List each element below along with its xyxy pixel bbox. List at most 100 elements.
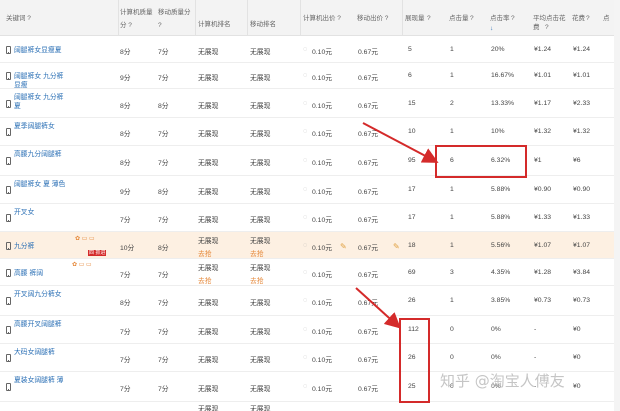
avg-cpc-value: ¥0.73 <box>534 297 552 304</box>
keyword-link[interactable]: 阔腿裤女显瘦夏 <box>14 46 69 55</box>
table-row: 高腰九分阔腿裤 8分 7分 无展现 无展现 ◌ 0.10元 0.67元 95 6 6.32% ¥1 ¥6 <box>0 146 620 176</box>
pc-bid[interactable]: 0.10元 <box>312 326 332 336</box>
keyword-link[interactable]: 高腰九分阔腿裤 <box>14 150 69 159</box>
mobile-bid[interactable]: 0.67元 <box>358 214 378 224</box>
mobile-bid[interactable]: 0.67元 <box>358 46 378 56</box>
header-clicks[interactable]: 点击量 <box>449 14 469 23</box>
impressions-value: 18 <box>408 242 416 249</box>
mobile-bid[interactable]: 0.67元 <box>358 383 378 393</box>
vertical-scrollbar[interactable] <box>614 0 620 411</box>
mobile-icon <box>6 297 11 305</box>
mobile-bid[interactable]: 0.67元 <box>358 100 378 110</box>
mobile-rank: 无展现 <box>250 300 271 307</box>
pc-bid[interactable]: 0.10元 <box>312 157 332 167</box>
pc-rank: 无展现 <box>198 217 219 224</box>
clicks-value: 1 <box>450 297 454 304</box>
avg-cpc-value: ¥1.01 <box>534 72 552 79</box>
header-pc-bid[interactable]: 计算机出价 ? <box>303 14 341 23</box>
keyword-link[interactable]: 夏装女阔腿裤 薄 <box>14 376 69 385</box>
header-more[interactable]: 点 <box>603 14 610 23</box>
avg-cpc-value: ¥1.33 <box>534 214 552 221</box>
grab-rank-link[interactable]: 去抢 <box>198 275 212 285</box>
pc-bid[interactable]: 0.10元 <box>312 186 332 196</box>
mobile-icon <box>6 214 11 222</box>
keyword-link[interactable]: 阔腿裤女 九分裤 夏 <box>14 93 69 111</box>
mobile-bid[interactable]: 0.67元 <box>358 186 378 196</box>
mobile-bid[interactable]: 0.67元 <box>358 72 378 82</box>
avg-cpc-value: ¥1.07 <box>534 242 552 249</box>
pc-bid[interactable]: 0.10元 <box>312 72 332 82</box>
cost-value: ¥1.01 <box>573 72 591 79</box>
header-cost[interactable]: 花费 <box>572 14 585 23</box>
edit-pencil-icon[interactable]: ✎ <box>393 242 400 251</box>
header-mobile-rank[interactable]: 移动排名 <box>250 20 276 29</box>
avg-cpc-value: ¥0.90 <box>534 186 552 193</box>
clicks-value: 2 <box>450 100 454 107</box>
sort-desc-icon[interactable]: ↓ <box>490 24 493 33</box>
clicks-value: 0 <box>450 354 454 361</box>
mobile-bid[interactable]: 0.67元 <box>358 242 378 252</box>
keyword-link[interactable]: 大码女阔腿裤 <box>14 348 69 357</box>
pc-rank: 无展现 <box>198 49 219 56</box>
edit-pencil-icon[interactable]: ✎ <box>340 242 347 251</box>
grab-rank-link[interactable]: 去抢 <box>250 248 264 258</box>
clicks-value: 1 <box>450 214 454 221</box>
mobile-quality-score: 7分 <box>158 217 169 224</box>
mobile-quality-score: 7分 <box>158 357 169 364</box>
keyword-link[interactable]: 阔腿裤女 九分裤 显瘦 <box>14 72 69 90</box>
ctr-value: 0% <box>491 354 501 361</box>
clicks-value: 1 <box>450 128 454 135</box>
table-row: 开叉阔九分裤女 8分 7分 无展现 无展现 ◌ 0.10元 0.67元 26 1 3.85% ¥0.7… <box>0 286 620 316</box>
keyword-link[interactable]: 开叉阔九分裤女 <box>14 290 69 299</box>
pc-bid[interactable]: 0.10元 <box>312 354 332 364</box>
header-avg-cpc[interactable]: 平均点击花 <box>533 14 566 23</box>
pc-bid[interactable]: 0.10元 <box>312 214 332 224</box>
mobile-bid[interactable]: 0.67元 <box>358 354 378 364</box>
mobile-bid[interactable]: 0.67元 <box>358 269 378 279</box>
cost-value: ¥1.33 <box>573 214 591 221</box>
table-row: 阔腿裤女 夏 薄色 9分 8分 无展现 无展现 ◌ 0.10元 0.67元 17 1 5.88% ¥0… <box>0 176 620 204</box>
grab-rank-link[interactable]: 去抢 <box>198 248 212 258</box>
mobile-rank: 无展现 <box>250 265 271 272</box>
header-mobile-quality[interactable]: 移动质量分 <box>158 8 191 17</box>
keyword-link[interactable]: 九分裤 <box>14 242 69 251</box>
mobile-quality-score: 8分 <box>158 189 169 196</box>
bid-icon: ◌ <box>303 157 308 164</box>
pc-rank: 无展现 <box>198 75 219 82</box>
pc-bid[interactable]: 0.10元 <box>312 100 332 110</box>
keyword-link[interactable]: 开叉女 <box>14 208 69 217</box>
pc-bid[interactable]: 0.10元 <box>312 128 332 138</box>
impressions-value: 15 <box>408 100 416 107</box>
ctr-value: 5.56% <box>491 242 511 249</box>
keyword-link[interactable]: 阔腿裤女 夏 薄色 <box>14 180 69 189</box>
clicks-value: 1 <box>450 242 454 249</box>
impressions-value: 69 <box>408 269 416 276</box>
settings-icon[interactable]: ✿ ▭ ▭ <box>72 261 92 268</box>
cost-value: ¥0 <box>573 326 581 333</box>
keyword-link[interactable]: 高腰 裤阔 <box>14 269 69 278</box>
bid-icon: ◌ <box>303 214 308 221</box>
pc-bid[interactable]: 0.10元 <box>312 242 332 252</box>
pc-quality-score: 9分 <box>120 189 131 196</box>
table-row-partial: 无展现 无展现 <box>0 402 620 411</box>
header-mobile-bid[interactable]: 移动出价 ? <box>357 14 388 23</box>
pc-bid[interactable]: 0.10元 <box>312 297 332 307</box>
header-pc-rank[interactable]: 计算机排名 <box>198 20 231 29</box>
header-pc-quality-q: 分 ? <box>120 22 132 29</box>
header-pc-quality[interactable]: 计算机质量 <box>120 8 153 17</box>
keyword-link[interactable]: 夏季阔腿裤女 <box>14 122 69 131</box>
header-impressions[interactable]: 展现量 <box>405 14 425 23</box>
pc-quality-score: 7分 <box>120 272 131 279</box>
bid-icon: ◌ <box>303 100 308 107</box>
ctr-value: 3.85% <box>491 297 511 304</box>
pc-bid[interactable]: 0.10元 <box>312 269 332 279</box>
pc-rank: 无展现 <box>198 131 219 138</box>
mobile-quality-score: 8分 <box>158 103 169 110</box>
header-ctr[interactable]: 点击率 <box>490 14 510 23</box>
pc-bid[interactable]: 0.10元 <box>312 383 332 393</box>
header-keyword[interactable]: 关键词 ? <box>6 14 31 23</box>
grab-rank-link[interactable]: 去抢 <box>250 275 264 285</box>
keyword-link[interactable]: 高腰开叉阔腿裤 <box>14 320 69 329</box>
pc-bid[interactable]: 0.10元 <box>312 46 332 56</box>
settings-icon[interactable]: ✿ ▭ ▭ <box>75 235 95 242</box>
